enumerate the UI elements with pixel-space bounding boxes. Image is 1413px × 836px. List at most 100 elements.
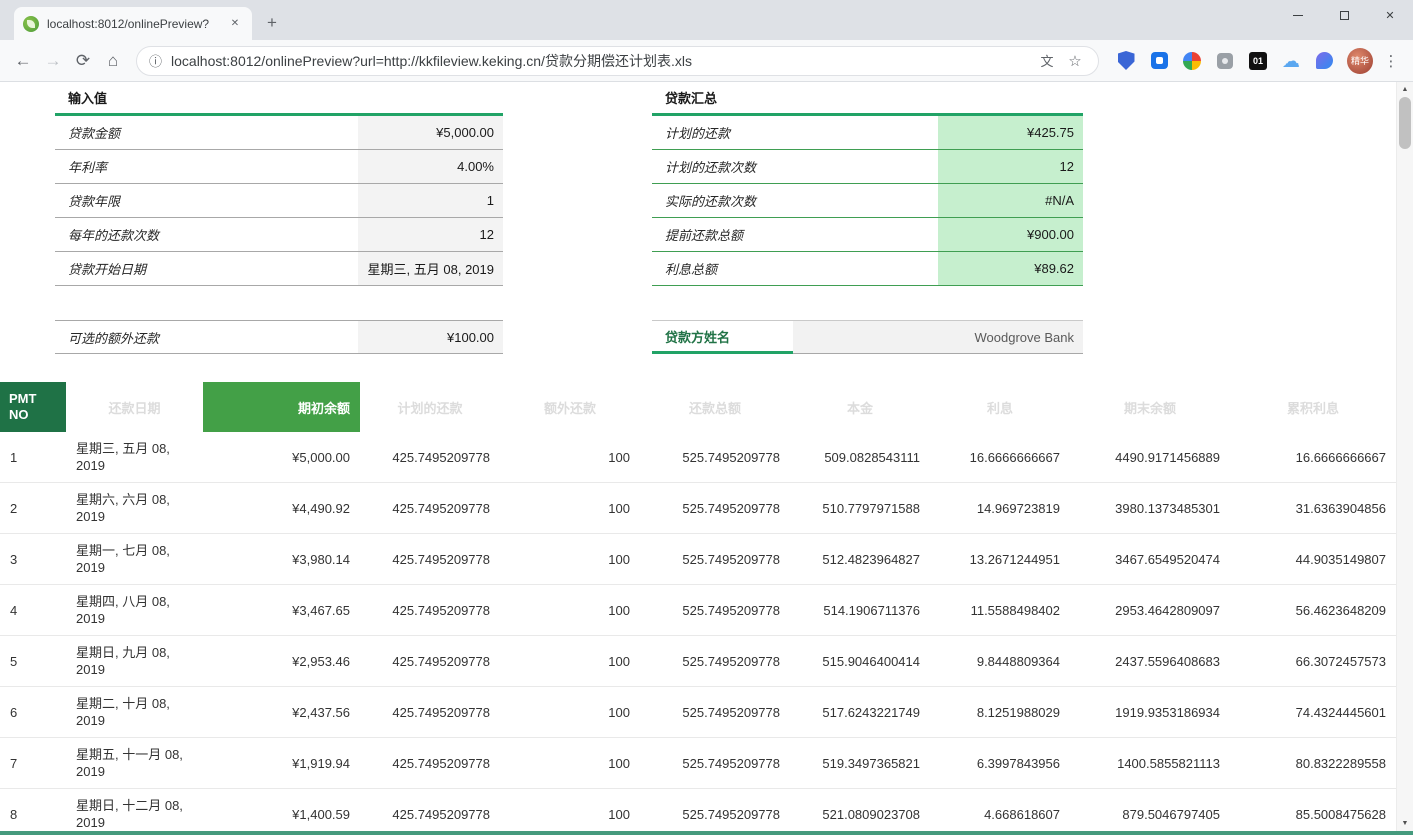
schedule-header-row: PMT NO还款日期期初余额计划的还款额外还款还款总额本金利息期末余额累积利息: [0, 382, 1396, 432]
tab-close-icon[interactable]: ✕: [227, 16, 243, 32]
summary-label: 实际的还款次数: [652, 184, 938, 217]
summary-label: 利息总额: [652, 252, 938, 285]
url-text[interactable]: localhost:8012/onlinePreview?url=http://…: [171, 51, 1030, 71]
schedule-cell: 100: [500, 789, 640, 832]
schedule-row: 8星期日, 十二月 08, 2019¥1,400.59425.749520977…: [0, 789, 1396, 832]
schedule-column-header: 累积利息: [1230, 382, 1396, 432]
summary-section-title: 贷款汇总: [652, 86, 1083, 116]
schedule-cell: 525.7495209778: [640, 432, 790, 483]
input-value: 星期三, 五月 08, 2019: [358, 252, 503, 285]
gray-extension-icon[interactable]: [1212, 48, 1238, 74]
summary-row: 利息总额¥89.62: [652, 252, 1083, 286]
bird-icon: [1316, 52, 1333, 69]
badge-01-icon: 01: [1249, 52, 1267, 70]
schedule-cell: 星期六, 六月 08, 2019: [66, 483, 203, 534]
lender-row: 贷款方姓名 Woodgrove Bank: [652, 320, 1083, 354]
browser-menu-icon[interactable]: ⋮: [1377, 47, 1405, 75]
schedule-cell: 425.7495209778: [360, 483, 500, 534]
schedule-cell: 星期四, 八月 08, 2019: [66, 585, 203, 636]
bookmark-star-icon[interactable]: ☆: [1064, 50, 1086, 72]
scrollbar-thumb[interactable]: [1399, 97, 1411, 149]
schedule-cell: 80.8322289558: [1230, 738, 1396, 789]
schedule-cell: 525.7495209778: [640, 636, 790, 687]
schedule-cell: 519.3497365821: [790, 738, 930, 789]
reload-icon[interactable]: ⟳: [68, 46, 98, 76]
schedule-row: 6星期二, 十月 08, 2019¥2,437.56425.7495209778…: [0, 687, 1396, 738]
maximize-icon: [1340, 11, 1349, 20]
vertical-scrollbar[interactable]: ▲ ▼: [1396, 82, 1413, 831]
schedule-cell: 425.7495209778: [360, 636, 500, 687]
schedule-cell: 66.3072457573: [1230, 636, 1396, 687]
summary-value: #N/A: [938, 184, 1083, 217]
schedule-cell: 425.7495209778: [360, 585, 500, 636]
schedule-column-header: 利息: [930, 382, 1070, 432]
extra-payment-label: 可选的额外还款: [55, 321, 358, 353]
extra-payment-value: ¥100.00: [358, 321, 503, 353]
blue-square-extension-icon[interactable]: [1146, 48, 1172, 74]
schedule-cell: 517.6243221749: [790, 687, 930, 738]
input-label: 年利率: [55, 150, 358, 183]
summary-row: 提前还款总额¥900.00: [652, 218, 1083, 252]
kkfileview-favicon-icon: [23, 16, 39, 32]
schedule-cell: 31.6363904856: [1230, 483, 1396, 534]
translate-icon[interactable]: 文: [1036, 50, 1058, 72]
new-tab-button[interactable]: +: [258, 9, 286, 37]
schedule-cell: 100: [500, 432, 640, 483]
schedule-cell: 100: [500, 483, 640, 534]
page-info-icon[interactable]: ⓘ: [149, 51, 162, 70]
schedule-cell: 1: [0, 432, 66, 483]
schedule-cell: 16.6666666667: [1230, 432, 1396, 483]
address-bar[interactable]: ⓘ localhost:8012/onlinePreview?url=http:…: [136, 46, 1099, 76]
input-label: 贷款金额: [55, 116, 358, 149]
schedule-cell: 8: [0, 789, 66, 832]
schedule-cell: 425.7495209778: [360, 432, 500, 483]
scrollbar-track[interactable]: [1397, 97, 1413, 816]
close-button[interactable]: ✕: [1367, 0, 1413, 30]
bird-extension-icon[interactable]: [1311, 48, 1337, 74]
schedule-cell: 515.9046400414: [790, 636, 930, 687]
summary-label: 提前还款总额: [652, 218, 938, 251]
cloud-extension-icon[interactable]: ☁: [1278, 48, 1304, 74]
back-icon[interactable]: ←: [8, 46, 38, 76]
color-ball-extension-icon[interactable]: [1179, 48, 1205, 74]
home-icon[interactable]: ⌂: [98, 46, 128, 76]
schedule-table-wrap: PMT NO还款日期期初余额计划的还款额外还款还款总额本金利息期末余额累积利息 …: [0, 382, 1396, 831]
shield-extension-icon[interactable]: [1113, 48, 1139, 74]
schedule-cell: 44.9035149807: [1230, 534, 1396, 585]
maximize-button[interactable]: [1321, 0, 1367, 30]
color-ball-icon: [1183, 52, 1201, 70]
profile-avatar[interactable]: 精华: [1347, 48, 1373, 74]
scroll-up-icon[interactable]: ▲: [1397, 82, 1413, 97]
schedule-cell: 879.5046797405: [1070, 789, 1230, 832]
schedule-cell: 星期五, 十一月 08, 2019: [66, 738, 203, 789]
schedule-cell: 425.7495209778: [360, 789, 500, 832]
minimize-button[interactable]: [1275, 0, 1321, 30]
input-label: 每年的还款次数: [55, 218, 358, 251]
schedule-cell: 425.7495209778: [360, 534, 500, 585]
schedule-row: 7星期五, 十一月 08, 2019¥1,919.94425.749520977…: [0, 738, 1396, 789]
schedule-cell: 525.7495209778: [640, 483, 790, 534]
schedule-cell: 100: [500, 585, 640, 636]
schedule-cell: 525.7495209778: [640, 738, 790, 789]
schedule-cell: 2: [0, 483, 66, 534]
schedule-cell: ¥2,437.56: [203, 687, 360, 738]
summary-value: ¥425.75: [938, 116, 1083, 149]
browser-window: localhost:8012/onlinePreview? ✕ + ✕ ← → …: [0, 0, 1413, 836]
scroll-down-icon[interactable]: ▼: [1397, 816, 1413, 831]
browser-tab[interactable]: localhost:8012/onlinePreview? ✕: [14, 7, 252, 40]
minimize-icon: [1293, 15, 1303, 16]
badge-01-extension-icon[interactable]: 01: [1245, 48, 1271, 74]
schedule-cell: 100: [500, 534, 640, 585]
extensions-area: 01 ☁: [1113, 48, 1337, 74]
schedule-cell: 85.5008475628: [1230, 789, 1396, 832]
schedule-cell: 1400.5855821113: [1070, 738, 1230, 789]
schedule-cell: 6.3997843956: [930, 738, 1070, 789]
inputs-rows: 贷款金额¥5,000.00年利率4.00%贷款年限1每年的还款次数12贷款开始日…: [55, 116, 503, 286]
schedule-cell: 525.7495209778: [640, 687, 790, 738]
summary-rows: 计划的还款¥425.75计划的还款次数12实际的还款次数#N/A提前还款总额¥9…: [652, 116, 1083, 286]
forward-icon[interactable]: →: [38, 46, 68, 76]
schedule-cell: 525.7495209778: [640, 585, 790, 636]
inputs-section-title: 输入值: [55, 86, 503, 116]
summary-value: 12: [938, 150, 1083, 183]
schedule-column-header: 期末余额: [1070, 382, 1230, 432]
